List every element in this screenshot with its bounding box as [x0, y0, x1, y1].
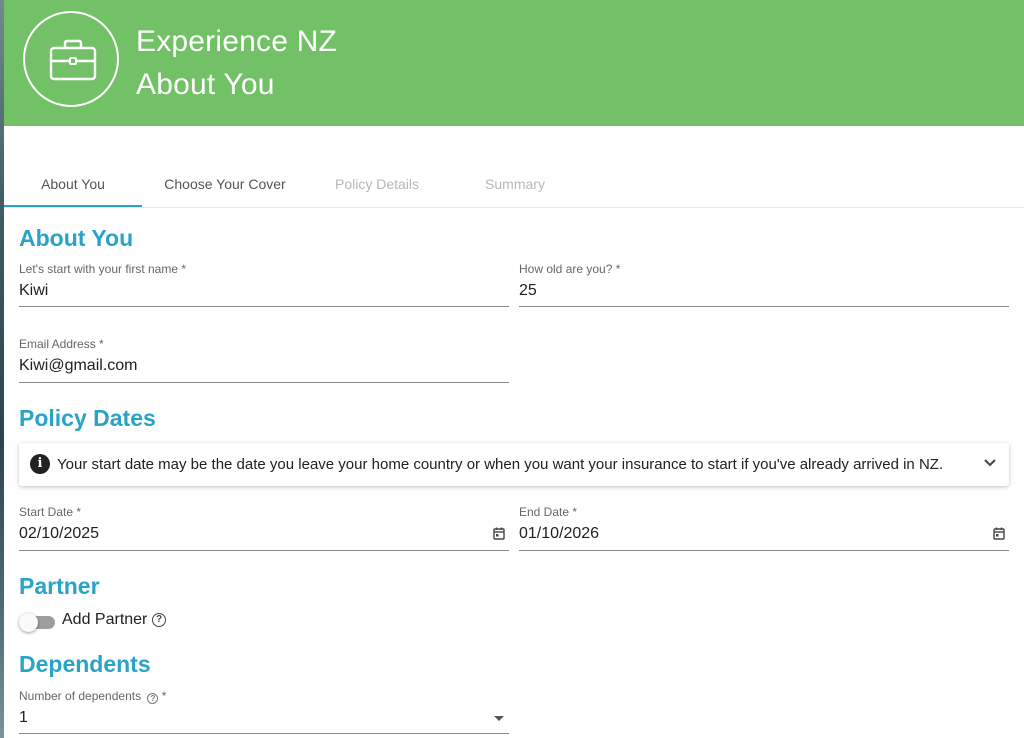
add-partner-toggle[interactable] [19, 613, 55, 632]
dropdown-arrow-icon[interactable] [493, 715, 505, 722]
header-title-line1: Experience NZ [136, 25, 338, 58]
chevron-down-icon[interactable] [983, 458, 997, 468]
info-icon: i [30, 454, 50, 474]
policy-dates-info-text: Your start date may be the date you leav… [57, 456, 944, 473]
dependents-required-mark: * [161, 689, 167, 703]
logo-badge [23, 11, 119, 107]
start-date-field[interactable]: Start Date * 02/10/2025 [19, 505, 509, 551]
email-value[interactable]: Kiwi@gmail.com [19, 357, 137, 375]
dependents-value[interactable]: 1 [19, 709, 28, 727]
calendar-icon[interactable] [993, 527, 1005, 540]
help-icon[interactable]: ? [147, 693, 159, 704]
tab-choose-your-cover[interactable]: Choose Your Cover [144, 160, 306, 207]
dependents-label: Number of dependents ? * [19, 689, 167, 704]
dependents-select[interactable]: Number of dependents ? * 1 [19, 689, 509, 734]
first-name-value[interactable]: Kiwi [19, 282, 48, 300]
first-name-field[interactable]: Let's start with your first name * Kiwi [19, 262, 509, 307]
tab-about-you[interactable]: About You [4, 160, 142, 207]
section-title-dependents: Dependents [19, 651, 151, 677]
active-tab-indicator [4, 205, 142, 207]
start-date-value[interactable]: 02/10/2025 [19, 525, 99, 543]
section-title-about-you: About You [19, 225, 134, 251]
policy-dates-info-panel[interactable]: i Your start date may be the date you le… [19, 443, 1009, 486]
end-date-field[interactable]: End Date * 01/10/2026 [519, 505, 1009, 551]
age-label: How old are you? * [519, 262, 621, 276]
section-title-policy-dates: Policy Dates [19, 405, 156, 431]
tab-policy-details: Policy Details [334, 175, 420, 192]
calendar-icon[interactable] [493, 527, 505, 540]
email-label: Email Address * [19, 337, 104, 351]
tab-summary: Summary [485, 175, 545, 192]
age-value[interactable]: 25 [519, 282, 537, 300]
wizard-tabs: About You Choose Your Cover Policy Detai… [4, 160, 1024, 208]
help-icon[interactable]: ? [152, 613, 166, 627]
section-title-partner: Partner [19, 573, 100, 599]
first-name-label: Let's start with your first name * [19, 262, 187, 276]
end-date-label: End Date * [519, 505, 578, 519]
email-field[interactable]: Email Address * Kiwi@gmail.com [19, 337, 509, 383]
app-header: Experience NZ About You [4, 0, 1024, 126]
briefcase-icon [49, 39, 97, 81]
age-field[interactable]: How old are you? * 25 [519, 262, 1009, 307]
header-title: Experience NZ About You [136, 20, 337, 106]
end-date-value[interactable]: 01/10/2026 [519, 525, 599, 543]
header-title-line2: About You [136, 68, 275, 101]
add-partner-label[interactable]: Add Partner [62, 611, 147, 629]
toggle-thumb [19, 613, 38, 632]
dependents-label-text: Number of dependents [19, 689, 142, 703]
start-date-label: Start Date * [19, 505, 82, 519]
